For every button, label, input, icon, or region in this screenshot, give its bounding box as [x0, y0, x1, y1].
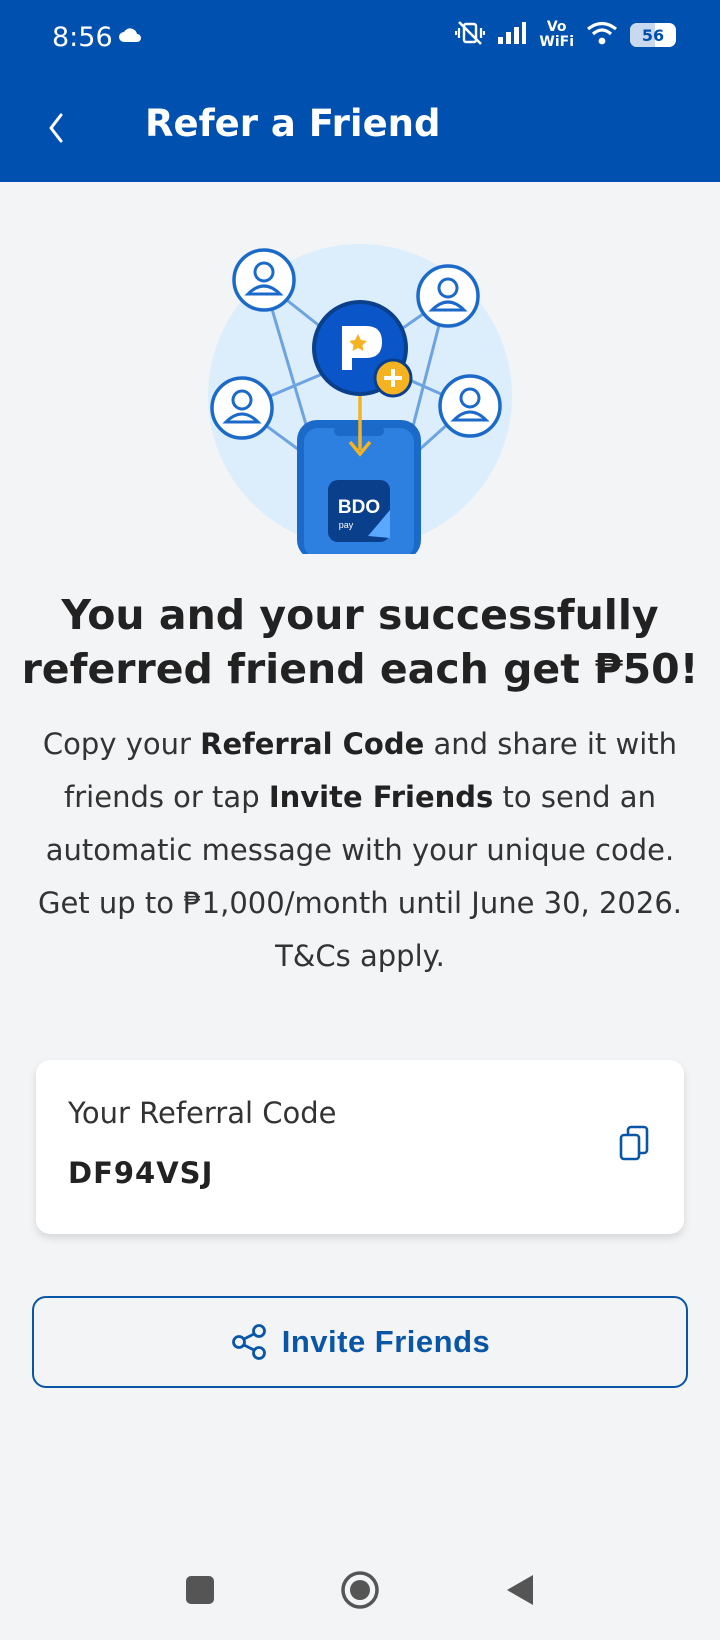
signal-icon [497, 21, 527, 49]
friend-avatar-icon [438, 374, 502, 438]
desc-bold-invite-friends: Invite Friends [268, 780, 494, 814]
recents-button[interactable] [170, 1560, 230, 1620]
headline-line-2: referred friend each get ₱50! [21, 645, 699, 693]
status-bar: 8:56 Vo WiFi 56 [0, 0, 720, 80]
headline: You and your successfully referred frien… [20, 588, 700, 696]
status-icons: Vo WiFi 56 [455, 20, 676, 50]
home-circle-icon [341, 1571, 379, 1609]
cloud-icon [118, 26, 142, 48]
vowifi-top: Vo [546, 19, 567, 35]
description: Copy your Referral Code and share it wit… [30, 718, 690, 983]
triangle-back-icon [507, 1575, 533, 1605]
friend-avatar-icon [232, 248, 296, 312]
home-button[interactable] [330, 1560, 390, 1620]
chevron-left-icon [49, 113, 63, 143]
svg-text:pay: pay [339, 520, 354, 530]
system-nav-bar [0, 1560, 720, 1630]
referral-code-card: Your Referral Code DF94VSJ [36, 1060, 684, 1234]
invite-friends-button[interactable]: Invite Friends [32, 1296, 688, 1388]
share-icon [231, 1324, 266, 1360]
desc-bold-referral-code: Referral Code [200, 727, 425, 761]
page-title: Refer a Friend [145, 102, 441, 145]
square-icon [186, 1576, 214, 1604]
status-time: 8:56 [52, 22, 113, 53]
copy-icon [619, 1125, 649, 1161]
wifi-icon [586, 21, 618, 49]
svg-text:BDO: BDO [338, 497, 380, 518]
back-button[interactable] [36, 100, 76, 156]
friend-avatar-icon [210, 376, 274, 440]
vibrate-off-icon [455, 20, 486, 50]
app-bar: 8:56 Vo WiFi 56 Refer a Friend [0, 0, 720, 182]
headline-line-1: You and your successfully [61, 591, 659, 639]
referral-code-label: Your Referral Code [68, 1096, 337, 1130]
invite-friends-label: Invite Friends [281, 1324, 491, 1359]
nav-back-button[interactable] [490, 1560, 550, 1620]
desc-part-1: Copy your [42, 727, 201, 761]
copy-code-button[interactable] [614, 1120, 654, 1166]
vowifi-bottom: WiFi [539, 34, 574, 50]
referral-code-value: DF94VSJ [68, 1156, 214, 1190]
referral-illustration: BDO pay [200, 238, 520, 560]
battery-icon: 56 [630, 23, 676, 47]
friend-avatar-icon [416, 264, 480, 328]
vowifi-indicator: Vo WiFi [539, 20, 574, 50]
battery-level: 56 [641, 25, 665, 45]
